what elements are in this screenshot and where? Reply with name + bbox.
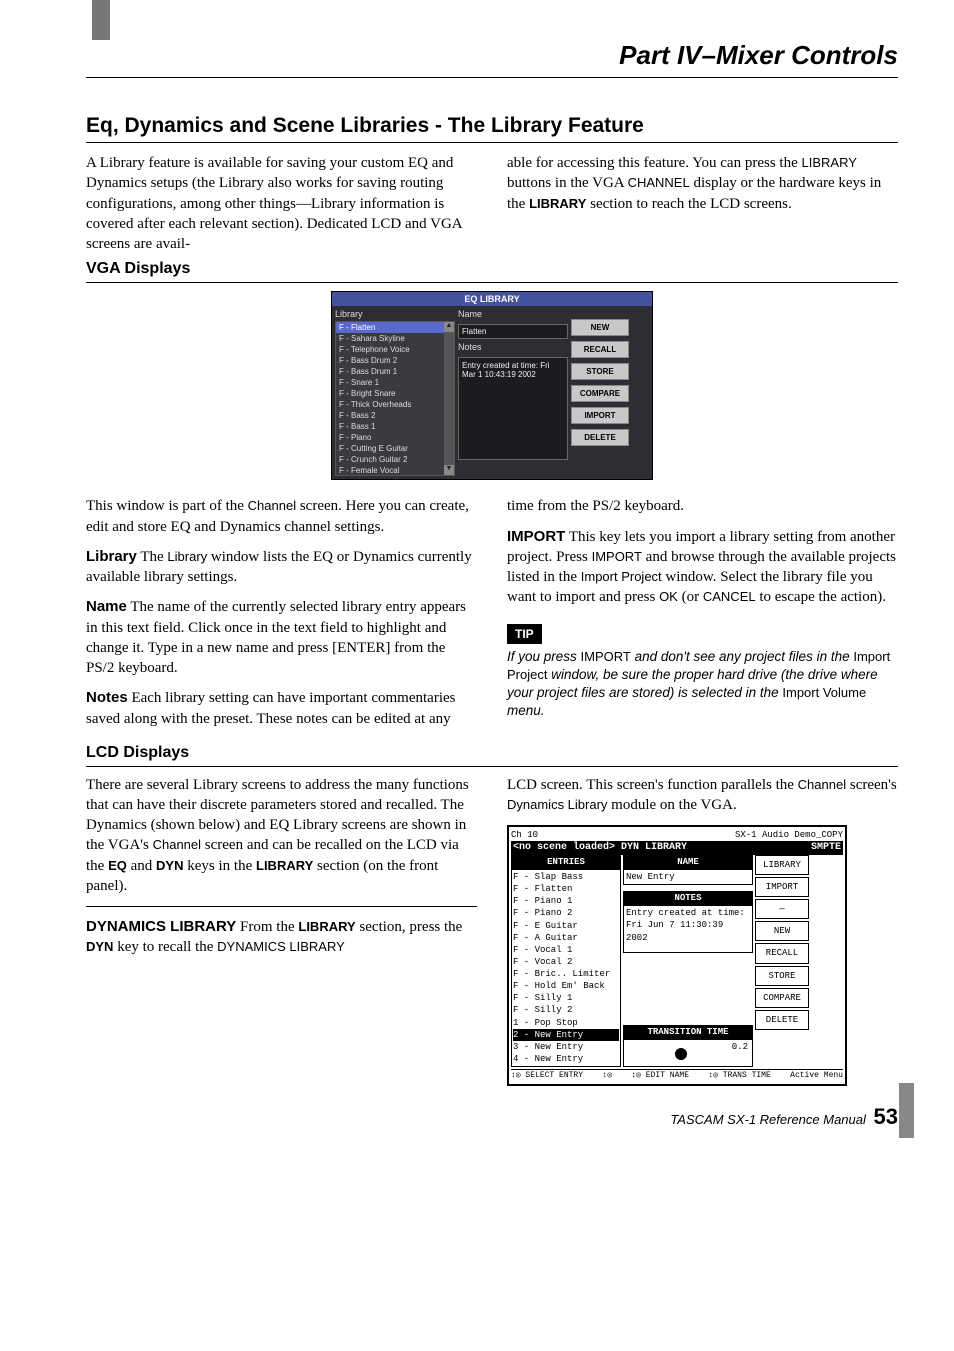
lcd-channel: Ch 10	[511, 829, 538, 841]
entries-listbox[interactable]: F - Slap Bass F - Flatten F - Piano 1 F …	[511, 869, 621, 1067]
lcd-notes-field[interactable]: Entry created at time: Fri Jun 7 11:30:3…	[623, 905, 753, 953]
lcd-import-button[interactable]: IMPORT	[755, 877, 809, 897]
list-item[interactable]: F - Thick Overheads	[336, 399, 444, 410]
lcd-p2: LCD screen. This screen's function paral…	[507, 775, 898, 816]
notes-field[interactable]: Entry created at time: Fri Mar 1 10:43:1…	[458, 357, 568, 460]
lcd-dash-button[interactable]: —	[755, 899, 809, 919]
vga-name-para: Name The name of the currently selected …	[86, 597, 477, 678]
lcd-dyn-para: DYNAMICS LIBRARY From the LIBRARY sectio…	[86, 917, 477, 958]
intro-text: A Library feature is available for savin…	[86, 153, 898, 254]
list-item[interactable]: F - Bric.. Limiter	[513, 968, 619, 980]
list-item[interactable]: F - Bass 2	[336, 410, 444, 421]
library-listbox[interactable]: F - Flatten F - Sahara Skyline F - Telep…	[335, 321, 455, 476]
lcd-bottom-bar: ↕◎ SELECT ENTRY ↕◎ ↕◎ EDIT NAME ↕◎ TRANS…	[511, 1069, 843, 1082]
tip-badge: TIP	[507, 624, 542, 644]
list-item[interactable]: F - Slap Bass	[513, 871, 619, 883]
list-item[interactable]: 1 - Pop Stop	[513, 1017, 619, 1029]
list-item[interactable]: 4 - New Entry	[513, 1053, 619, 1065]
lcd-banner-title: DYN LIBRARY	[621, 842, 687, 853]
trans-value: 0.2	[732, 1042, 748, 1052]
list-item[interactable]: 3 - New Entry	[513, 1041, 619, 1053]
list-item[interactable]: F - Piano 2	[513, 907, 619, 919]
list-item[interactable]: F - Bass Drum 2	[336, 355, 444, 366]
tab-marker	[92, 0, 110, 40]
lcd-dyn-library-window: Ch 10 SX-1 Audio Demo_COPY <no scene loa…	[507, 825, 847, 1086]
list-item[interactable]: F - Silly 1	[513, 992, 619, 1004]
intro-col2: able for accessing this feature. You can…	[507, 153, 898, 214]
library-label: Library	[335, 309, 455, 319]
notes-label: Notes	[458, 342, 568, 352]
lcd-scene: <no scene loaded>	[513, 842, 615, 853]
lcd-trans-title: TRANSITION TIME	[623, 1025, 753, 1039]
list-item[interactable]: F - A Guitar	[513, 932, 619, 944]
list-item[interactable]: F - E Guitar	[513, 920, 619, 932]
page-header: Part IV–Mixer Controls	[86, 40, 898, 78]
scroll-up-icon[interactable]: ▲	[444, 322, 454, 332]
vga-library-para: Library The Library window lists the EQ …	[86, 547, 477, 588]
side-tab-marker	[899, 1083, 914, 1138]
vga-heading: VGA Displays	[86, 254, 898, 283]
list-item[interactable]: F - Bright Snare	[336, 388, 444, 399]
lcd-delete-button[interactable]: DELETE	[755, 1010, 809, 1030]
list-item[interactable]: F - Silly 2	[513, 1004, 619, 1016]
list-item[interactable]: F - Flatten	[513, 883, 619, 895]
page-number: 53	[874, 1104, 898, 1129]
name-field[interactable]: Flatten	[458, 324, 568, 339]
import-button[interactable]: IMPORT	[571, 407, 629, 424]
page-footer: TASCAM SX-1 Reference Manual 53	[86, 1104, 898, 1130]
list-item[interactable]: F - Flatten	[336, 322, 444, 333]
vga-import-para: IMPORT This key lets you import a librar…	[507, 527, 898, 608]
list-item[interactable]: F - Female Vocal	[336, 465, 444, 476]
intro-col1: A Library feature is available for savin…	[86, 153, 477, 254]
list-item[interactable]: F - Crunch Guitar 2	[336, 454, 444, 465]
lcd-name-field[interactable]: New Entry	[623, 869, 753, 885]
eq-window-title: EQ LIBRARY	[332, 292, 652, 306]
store-button[interactable]: STORE	[571, 363, 629, 380]
eq-library-window: EQ LIBRARY Library F - Flatten F - Sahar…	[331, 291, 653, 480]
list-item[interactable]: 2 - New Entry	[513, 1029, 619, 1041]
compare-button[interactable]: COMPARE	[571, 385, 629, 402]
list-item[interactable]: F - Piano	[336, 432, 444, 443]
list-item[interactable]: F - Bass Drum 1	[336, 366, 444, 377]
list-item[interactable]: F - Vocal 2	[513, 956, 619, 968]
lcd-trans-field[interactable]: 0.2	[623, 1039, 753, 1067]
recall-button[interactable]: RECALL	[571, 341, 629, 358]
list-item[interactable]: F - Cutting E Guitar	[336, 443, 444, 454]
list-item[interactable]: F - Piano 1	[513, 895, 619, 907]
lcd-p1: There are several Library screens to add…	[86, 775, 477, 897]
lcd-recall-button[interactable]: RECALL	[755, 943, 809, 963]
new-button[interactable]: NEW	[571, 319, 629, 336]
list-item[interactable]: F - Snare 1	[336, 377, 444, 388]
scroll-down-icon[interactable]: ▼	[444, 465, 454, 475]
lcd-store-button[interactable]: STORE	[755, 966, 809, 986]
lcd-name-title: NAME	[623, 855, 753, 869]
list-item[interactable]: F - Vocal 1	[513, 944, 619, 956]
list-item[interactable]: F - Bass 1	[336, 421, 444, 432]
scrollbar[interactable]: ▲ ▼	[444, 322, 454, 475]
lcd-smpte: SMPTE	[811, 841, 841, 855]
delete-button[interactable]: DELETE	[571, 429, 629, 446]
tip-text: If you press IMPORT and don't see any pr…	[507, 648, 898, 721]
lcd-notes-title: NOTES	[623, 891, 753, 905]
lcd-compare-button[interactable]: COMPARE	[755, 988, 809, 1008]
vga-p1: This window is part of the Channel scree…	[86, 496, 477, 537]
lcd-project: SX-1 Audio Demo_COPY	[735, 829, 843, 841]
lcd-new-button[interactable]: NEW	[755, 921, 809, 941]
list-item[interactable]: F - Sahara Skyline	[336, 333, 444, 344]
knob-icon[interactable]	[675, 1048, 687, 1060]
part-title: Part IV–Mixer Controls	[86, 40, 898, 77]
list-item[interactable]: F - Telephone Voice	[336, 344, 444, 355]
separator	[86, 906, 477, 907]
section-heading: Eq, Dynamics and Scene Libraries - The L…	[86, 100, 898, 143]
list-item[interactable]: F - Hold Em' Back	[513, 980, 619, 992]
lcd-heading: LCD Displays	[86, 738, 898, 767]
entries-title: ENTRIES	[511, 855, 621, 869]
name-label: Name	[458, 309, 568, 319]
lcd-library-button[interactable]: LIBRARY	[755, 855, 809, 875]
